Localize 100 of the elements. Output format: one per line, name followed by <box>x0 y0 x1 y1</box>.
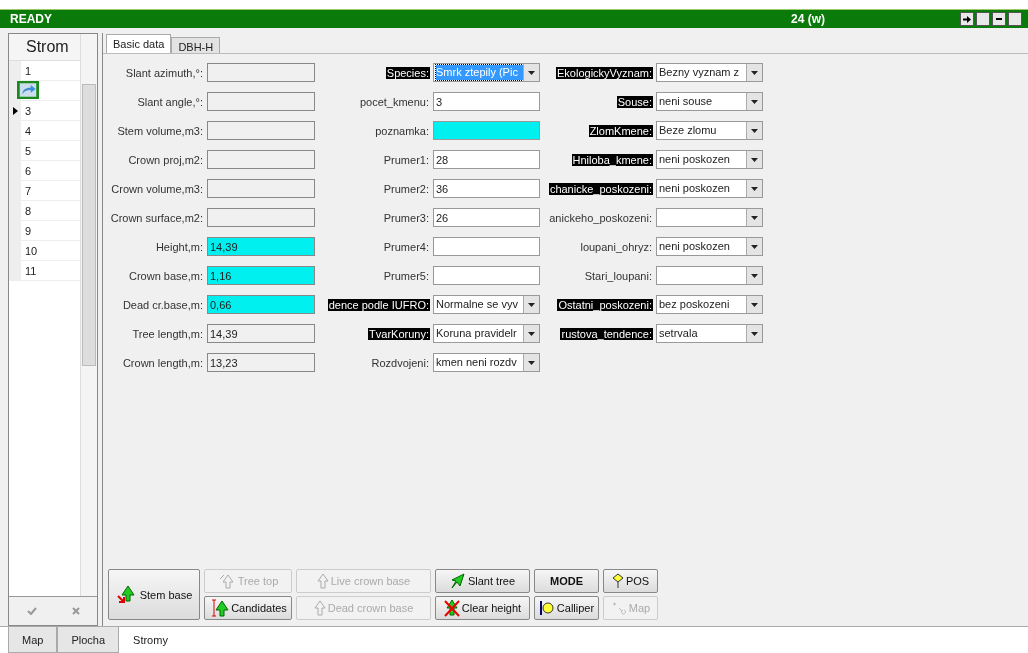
field-label: rustova_tendence: <box>560 327 653 340</box>
row-number: 5 <box>24 144 32 157</box>
column-header[interactable]: Strom <box>9 34 80 61</box>
check-icon[interactable] <box>26 607 37 615</box>
dropdown-arrow-icon <box>751 157 758 162</box>
dropdown-field[interactable]: Koruna pravidelr <box>433 324 540 343</box>
field-label: Prumer4: <box>382 240 430 253</box>
dropdown-field[interactable] <box>656 266 763 285</box>
field-label: Species: <box>385 66 430 79</box>
field-label: TvarKoruny: <box>368 327 430 340</box>
input-field[interactable]: 14,39 <box>207 237 315 256</box>
dropdown-arrow-icon <box>751 186 758 191</box>
arrow-icon <box>963 15 971 23</box>
tree-row[interactable]: 4 <box>9 121 80 141</box>
scrollbar[interactable] <box>80 34 97 596</box>
field-label: Dead cr.base,m: <box>121 298 204 311</box>
toolbar-button[interactable]: Calliper <box>534 596 599 620</box>
input-field[interactable] <box>207 208 315 227</box>
input-field[interactable] <box>433 266 540 285</box>
dropdown-arrow-icon <box>751 70 758 75</box>
dropdown-field[interactable]: neni poskozen <box>656 150 763 169</box>
field-label: Crown base,m: <box>128 269 204 282</box>
field-label: Slant angle,°: <box>136 95 204 108</box>
field-label: ZlomKmene: <box>588 124 653 137</box>
input-field[interactable] <box>207 92 315 111</box>
field-label: Rozdvojeni: <box>370 356 430 369</box>
field-label: Stem volume,m3: <box>116 124 204 137</box>
dropdown-field[interactable]: neni poskozen <box>656 179 763 198</box>
tree-row[interactable]: 11 <box>9 261 80 281</box>
field-label: Souse: <box>616 95 653 108</box>
dropdown-arrow-icon <box>528 360 535 365</box>
input-field[interactable]: 26 <box>433 208 540 227</box>
input-field[interactable]: 1,16 <box>207 266 315 285</box>
window-button[interactable] <box>1008 12 1022 26</box>
dropdown-field[interactable]: bez poskozeni <box>656 295 763 314</box>
field-label: Stari_loupani: <box>583 269 653 282</box>
input-field[interactable] <box>207 121 315 140</box>
slanted-tree-icon <box>449 573 466 589</box>
field-label: Slant azimuth,°: <box>124 66 204 79</box>
share-arrow-icon[interactable] <box>17 81 39 99</box>
dropdown-field[interactable]: kmen neni rozdv <box>433 353 540 372</box>
tree-row[interactable]: 9 <box>9 221 80 241</box>
tab[interactable]: Basic data <box>106 34 172 53</box>
close-icon[interactable] <box>71 607 80 615</box>
input-field[interactable]: 28 <box>433 150 540 169</box>
dropdown-arrow-icon <box>751 331 758 336</box>
tree-row[interactable]: 6 <box>9 161 80 181</box>
dropdown-field[interactable]: neni poskozen <box>656 237 763 256</box>
input-field[interactable]: 36 <box>433 179 540 198</box>
dropdown-field[interactable] <box>656 208 763 227</box>
dropdown-arrow-icon <box>751 273 758 278</box>
pin-icon <box>611 573 624 589</box>
input-field[interactable] <box>433 121 540 140</box>
tree-row[interactable]: 8 <box>9 201 80 221</box>
row-pointer-icon <box>12 106 18 115</box>
dropdown-field[interactable]: Bezny vyznam z <box>656 63 763 82</box>
tab[interactable]: DBH-H <box>171 37 221 53</box>
toolbar-button[interactable]: Candidates <box>204 596 292 620</box>
dropdown-arrow-icon <box>751 302 758 307</box>
crossed-tree-icon <box>443 599 460 617</box>
minimize-button[interactable] <box>992 12 1006 26</box>
tree-row[interactable]: 10 <box>9 241 80 261</box>
field-label: Tree length,m: <box>131 327 204 340</box>
input-field[interactable]: 14,39 <box>207 324 315 343</box>
toolbar-button[interactable]: Clear height <box>435 596 530 620</box>
field-label: loupani_ohryz: <box>579 240 653 253</box>
status-text: READY <box>10 12 52 26</box>
toolbar-button[interactable]: MODE <box>534 569 599 593</box>
tab[interactable]: Map <box>8 627 58 653</box>
input-field[interactable]: 13,23 <box>207 353 315 372</box>
tree-arrow-icon <box>115 584 138 605</box>
tree-row[interactable]: 7 <box>9 181 80 201</box>
dropdown-field[interactable]: setrvala <box>656 324 763 343</box>
input-field[interactable] <box>433 237 540 256</box>
input-field[interactable] <box>207 179 315 198</box>
field-label: chanicke_poskozeni: <box>548 182 653 195</box>
input-field[interactable] <box>207 150 315 169</box>
row-number: 3 <box>24 104 32 117</box>
arrow-button[interactable] <box>960 12 974 26</box>
tree-row[interactable]: 3 <box>9 101 80 121</box>
input-field[interactable] <box>207 63 315 82</box>
dropdown-field[interactable]: neni souse <box>656 92 763 111</box>
tree-outline-icon <box>217 573 236 589</box>
calliper-icon <box>538 600 555 616</box>
toolbar-button[interactable]: POS <box>603 569 658 593</box>
dropdown-arrow-icon <box>751 128 758 133</box>
dropdown-arrow-icon <box>751 99 758 104</box>
toolbar-button[interactable]: Slant tree <box>435 569 530 593</box>
toolbar-button[interactable]: Stem base <box>108 569 200 620</box>
sparkle-icon <box>610 601 627 615</box>
field-label: Ostatni_poskozeni: <box>557 298 653 311</box>
input-field[interactable]: 0,66 <box>207 295 315 314</box>
field-label: Crown volume,m3: <box>110 182 204 195</box>
field-label: anickeho_poskozeni: <box>548 211 653 224</box>
dropdown-field[interactable]: Beze zlomu <box>656 121 763 140</box>
dropdown-field[interactable]: Normalne se vyv <box>433 295 540 314</box>
tab[interactable]: Plocha <box>57 627 120 653</box>
input-field[interactable]: 3 <box>433 92 540 111</box>
window-button[interactable] <box>976 12 990 26</box>
tree-row[interactable]: 5 <box>9 141 80 161</box>
